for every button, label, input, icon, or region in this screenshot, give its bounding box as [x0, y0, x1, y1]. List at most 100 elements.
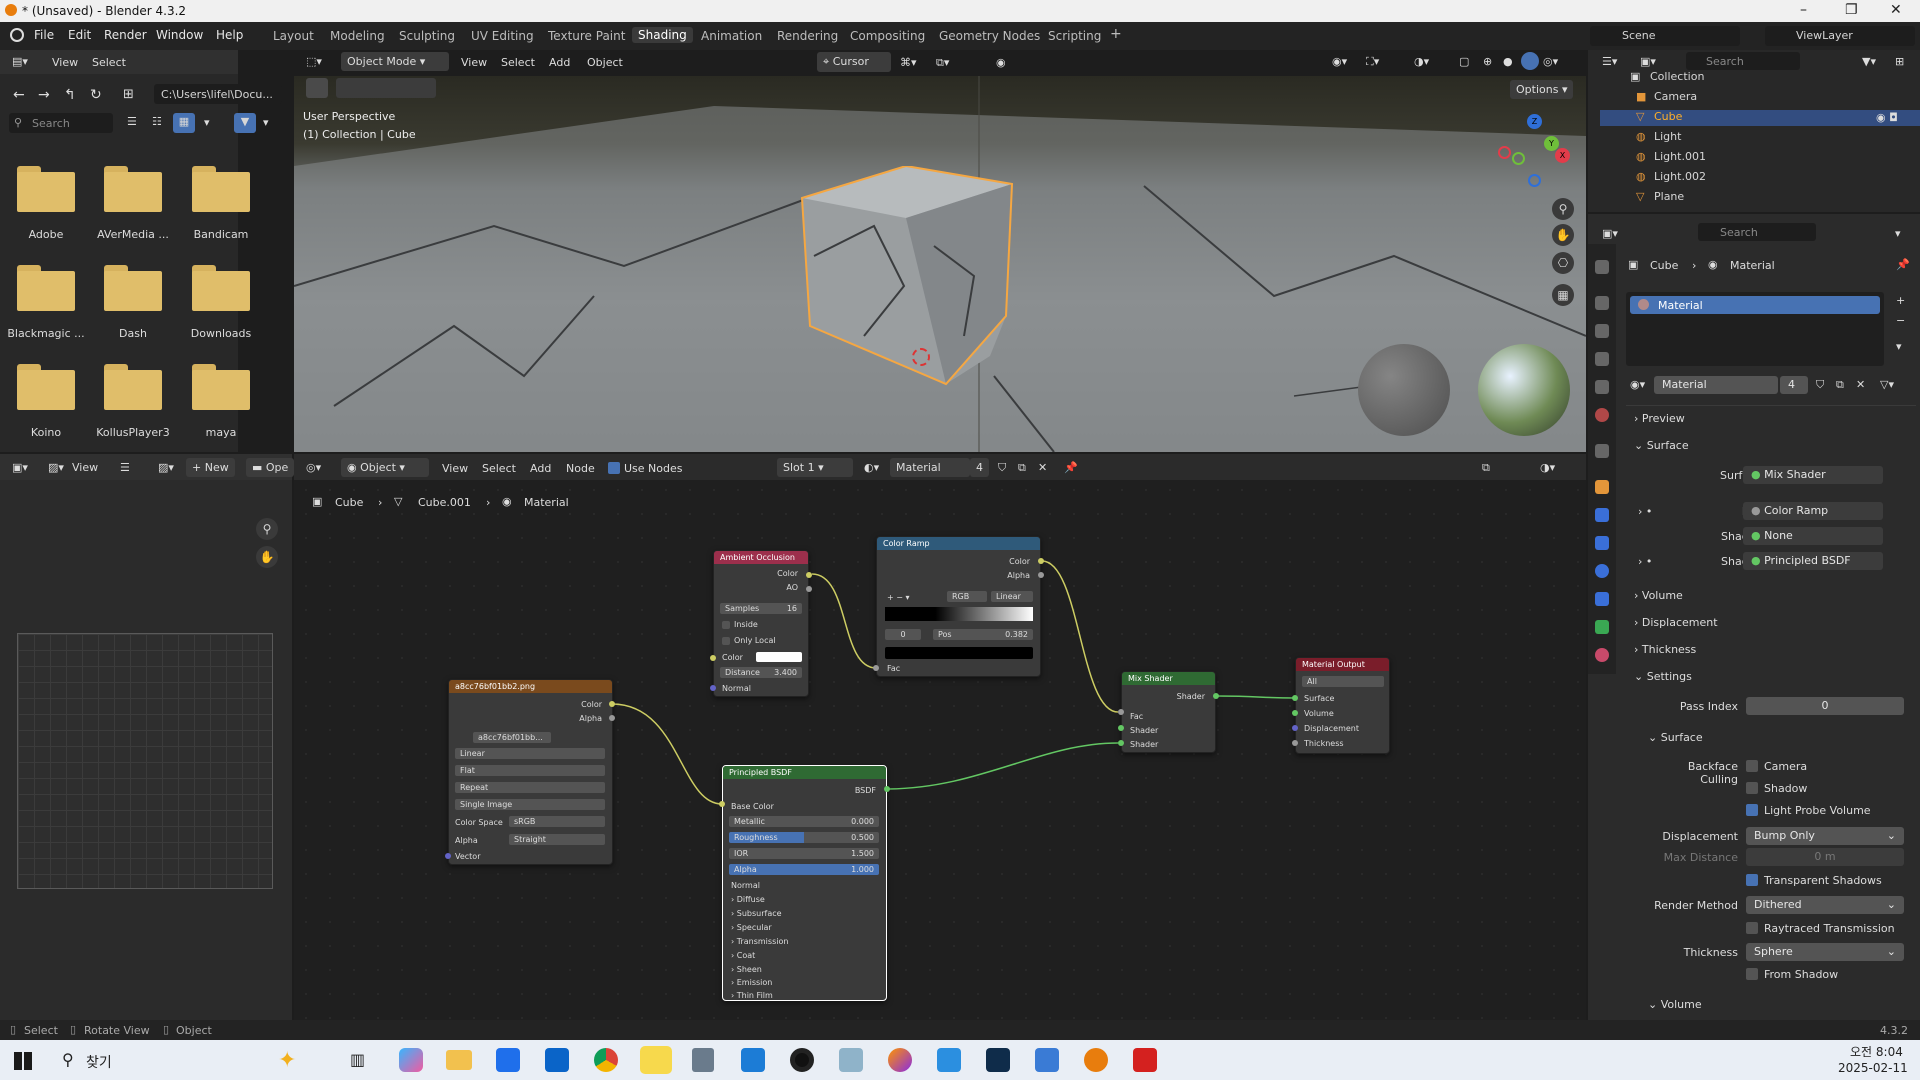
- render-tab-icon[interactable]: [1595, 296, 1609, 310]
- tab-rendering[interactable]: Rendering: [777, 29, 838, 43]
- outliner-filter-icon[interactable]: ▼▾: [1862, 55, 1876, 68]
- select-modes-icon[interactable]: [336, 78, 436, 98]
- material-users-count[interactable]: 4: [970, 458, 989, 477]
- outliner-display-icon[interactable]: ▣▾: [1640, 55, 1656, 68]
- fake-user-icon[interactable]: ⛉: [1816, 378, 1824, 392]
- folder-icon[interactable]: [104, 265, 162, 311]
- material-browse-icon[interactable]: ◐▾: [864, 461, 879, 474]
- shader-type-dropdown[interactable]: ◉ Object ▾: [341, 458, 429, 477]
- image-zoom-icon[interactable]: ⚲: [256, 518, 278, 540]
- socket[interactable]: [1118, 709, 1124, 715]
- panel-specular[interactable]: › Specular: [731, 923, 772, 932]
- solid-shading-icon[interactable]: ●: [1503, 55, 1513, 68]
- socket[interactable]: [710, 685, 716, 691]
- properties-editor-icon[interactable]: ▣▾: [1602, 227, 1618, 240]
- chrome-icon[interactable]: [594, 1048, 618, 1072]
- socket[interactable]: [609, 715, 615, 721]
- new-collection-icon[interactable]: ⊞: [1895, 55, 1904, 68]
- panel-subsurface[interactable]: › Subsurface: [731, 909, 782, 918]
- app-window-icon[interactable]: [1035, 1048, 1059, 1072]
- add-workspace-icon[interactable]: +: [1110, 26, 1122, 42]
- pan-hand-icon[interactable]: ✋: [1552, 224, 1574, 246]
- shader2-input-field[interactable]: ● Principled BSDF: [1743, 552, 1883, 570]
- tab-scripting[interactable]: Scripting: [1048, 29, 1101, 43]
- ramp-interpolation[interactable]: Linear: [991, 591, 1033, 602]
- surface-shader-field[interactable]: ● Mix Shader: [1743, 466, 1883, 484]
- tab-sculpting[interactable]: Sculpting: [399, 29, 455, 43]
- socket[interactable]: [1292, 725, 1298, 731]
- minimize-button[interactable]: –: [1800, 2, 1807, 18]
- kakaotalk-icon[interactable]: [640, 1046, 672, 1074]
- socket[interactable]: [1292, 695, 1298, 701]
- socket[interactable]: [1292, 710, 1298, 716]
- tab-uv-editing[interactable]: UV Editing: [471, 29, 534, 43]
- outliner-row-light002[interactable]: ◍ Light.002: [1600, 170, 1868, 186]
- modifier-tab-icon[interactable]: [1595, 508, 1609, 522]
- duplicate-material-icon[interactable]: ⧉: [1836, 378, 1844, 392]
- constraints-tab-icon[interactable]: [1595, 592, 1609, 606]
- mix-shader-node[interactable]: Mix Shader Shader Fac Shader Shader: [1121, 671, 1216, 753]
- outliner-row-plane[interactable]: ▽ Plane: [1600, 190, 1868, 206]
- 3d-viewport[interactable]: [294, 76, 1586, 452]
- acrobat-icon[interactable]: [1133, 1048, 1157, 1072]
- task-view-icon[interactable]: ▥: [350, 1050, 365, 1069]
- socket[interactable]: [1038, 558, 1044, 564]
- outliner-row-cube[interactable]: ▽ Cube: [1600, 110, 1920, 126]
- viewport-object-menu[interactable]: Object: [587, 56, 623, 69]
- color-swatch[interactable]: [756, 652, 802, 662]
- blender-taskbar-icon[interactable]: [1084, 1048, 1108, 1072]
- samples-field[interactable]: Samples 16: [720, 603, 802, 614]
- copilot-sparkle-icon[interactable]: ✦: [278, 1048, 296, 1073]
- ms-store-icon[interactable]: [496, 1048, 520, 1072]
- socket[interactable]: [609, 701, 615, 707]
- recorder-icon[interactable]: [790, 1048, 814, 1072]
- viewport-editor-type-icon[interactable]: ⬚▾: [306, 55, 322, 68]
- only-local-checkbox[interactable]: [722, 637, 730, 645]
- data-tab-icon[interactable]: [1595, 620, 1609, 634]
- tab-modeling[interactable]: Modeling: [330, 29, 385, 43]
- list-horizontal-icon[interactable]: ☷: [152, 115, 162, 128]
- raytraced-transmission-checkbox[interactable]: [1746, 922, 1758, 934]
- viewport-view-menu[interactable]: View: [461, 56, 487, 69]
- folder-icon[interactable]: [17, 265, 75, 311]
- backface-camera-checkbox[interactable]: [1746, 760, 1758, 772]
- photoshop-icon[interactable]: [986, 1048, 1010, 1072]
- maximize-button[interactable]: ❐: [1845, 2, 1858, 18]
- socket[interactable]: [1118, 740, 1124, 746]
- thickness-mode-dropdown[interactable]: Sphere ⌄: [1746, 943, 1904, 961]
- unlink-material-icon[interactable]: ✕: [1038, 461, 1047, 474]
- panel-emission[interactable]: › Emission: [731, 978, 772, 987]
- material-tab-icon[interactable]: [1595, 648, 1609, 662]
- alpha-field[interactable]: Alpha 1.000: [729, 864, 879, 875]
- refresh-icon[interactable]: ↻: [90, 87, 102, 103]
- camera-view-icon[interactable]: ⎔: [1552, 252, 1574, 274]
- settings-volume-subpanel[interactable]: ⌄ Volume: [1648, 998, 1702, 1011]
- tab-shading[interactable]: Shading: [632, 27, 693, 43]
- use-nodes-checkbox[interactable]: [608, 462, 620, 474]
- panel-transmission[interactable]: › Transmission: [731, 937, 788, 946]
- fake-user-icon[interactable]: ⛉: [998, 461, 1006, 475]
- preview-panel-header[interactable]: › Preview: [1634, 412, 1685, 425]
- thumbnails-view-icon[interactable]: ▦: [173, 113, 195, 133]
- back-arrow-icon[interactable]: ←: [13, 87, 25, 103]
- fb-select-menu[interactable]: Select: [92, 56, 126, 69]
- volume-panel-header[interactable]: › Volume: [1634, 589, 1683, 602]
- thickness-panel-header[interactable]: › Thickness: [1634, 643, 1696, 656]
- output-target-dropdown[interactable]: All: [1302, 676, 1384, 687]
- principled-bsdf-node[interactable]: Principled BSDF BSDF Base Color Metallic…: [722, 765, 887, 1001]
- render-method-dropdown[interactable]: Dithered ⌄: [1746, 896, 1904, 914]
- socket[interactable]: [806, 572, 812, 578]
- socket[interactable]: [1292, 740, 1298, 746]
- color-ramp-node[interactable]: Color Ramp Color Alpha + − ▾ RGB Linear …: [876, 536, 1041, 677]
- collection-tab-icon[interactable]: [1595, 444, 1609, 458]
- image-mode-icon[interactable]: ▨▾: [48, 461, 64, 474]
- fb-view-menu[interactable]: View: [52, 56, 78, 69]
- new-folder-icon[interactable]: ⊞: [123, 87, 134, 102]
- menu-edit[interactable]: Edit: [68, 28, 91, 42]
- socket[interactable]: [710, 655, 716, 661]
- snap-icon[interactable]: ⧉▾: [936, 56, 949, 70]
- outliner-row-collection[interactable]: ▣ Collection: [1600, 70, 1868, 86]
- socket[interactable]: [884, 786, 890, 792]
- panel-thin-film[interactable]: › Thin Film: [731, 991, 773, 1000]
- tab-geometry-nodes[interactable]: Geometry Nodes: [939, 29, 1040, 43]
